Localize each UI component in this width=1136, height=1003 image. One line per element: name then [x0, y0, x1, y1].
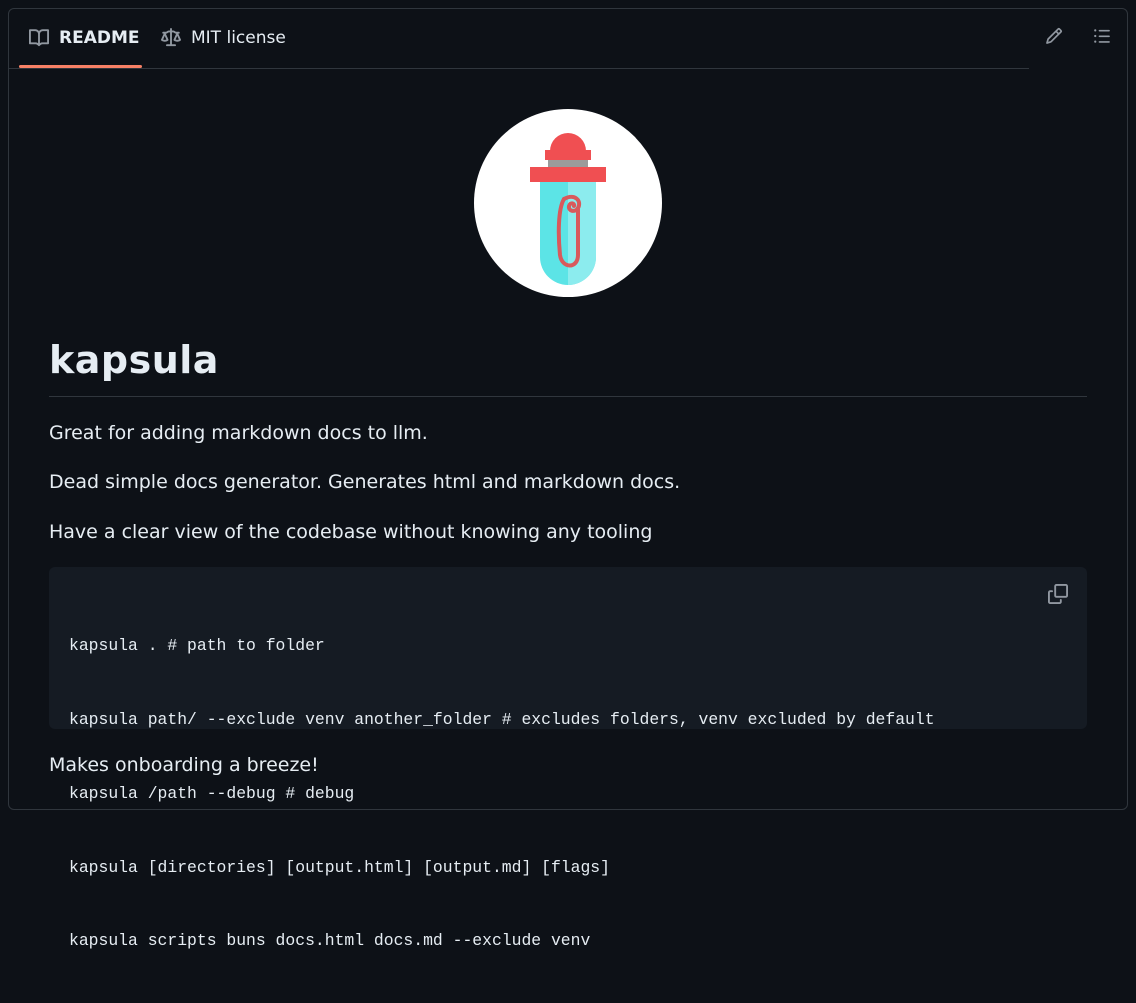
tab-bar: README MIT license: [9, 9, 1029, 69]
code-line: kapsula [directories] [output.html] [out…: [69, 857, 610, 877]
code-line: kapsula path/ --exclude venv another_fol…: [69, 709, 935, 729]
paragraph-onboarding: Makes onboarding a breeze!: [49, 754, 319, 776]
title-divider: [49, 396, 1087, 397]
paragraph-generator: Dead simple docs generator. Generates ht…: [49, 471, 681, 493]
readme-actions: [1021, 23, 1117, 53]
readme-title: kapsula: [49, 338, 219, 382]
paragraph-llm: Great for adding markdown docs to llm.: [49, 422, 428, 444]
book-icon: [29, 28, 49, 48]
edit-button[interactable]: [1039, 23, 1069, 53]
tab-readme[interactable]: README: [19, 9, 142, 68]
code-line: kapsula . # path to folder: [69, 636, 325, 656]
code-line: kapsula scripts buns docs.html docs.md -…: [69, 931, 591, 951]
copy-icon: [1048, 584, 1068, 608]
scale-icon: [161, 28, 181, 48]
pencil-icon: [1045, 27, 1063, 49]
code-lines: kapsula . # path to folder kapsula path/…: [69, 585, 935, 1003]
copy-button[interactable]: [1043, 581, 1073, 611]
kapsula-dropper-logo: [474, 109, 662, 297]
outline-button[interactable]: [1087, 23, 1117, 53]
tab-readme-label: README: [59, 28, 140, 48]
code-line: kapsula /path --debug # debug: [69, 783, 355, 803]
paragraph-codebase: Have a clear view of the codebase withou…: [49, 521, 653, 543]
list-icon: [1093, 27, 1111, 49]
tab-mit-license-label: MIT license: [191, 28, 286, 48]
readme-panel: README MIT license kapsula Great for add…: [8, 8, 1128, 950]
tab-mit-license[interactable]: MIT license: [161, 9, 301, 67]
code-block: kapsula . # path to folder kapsula path/…: [49, 567, 1087, 950]
